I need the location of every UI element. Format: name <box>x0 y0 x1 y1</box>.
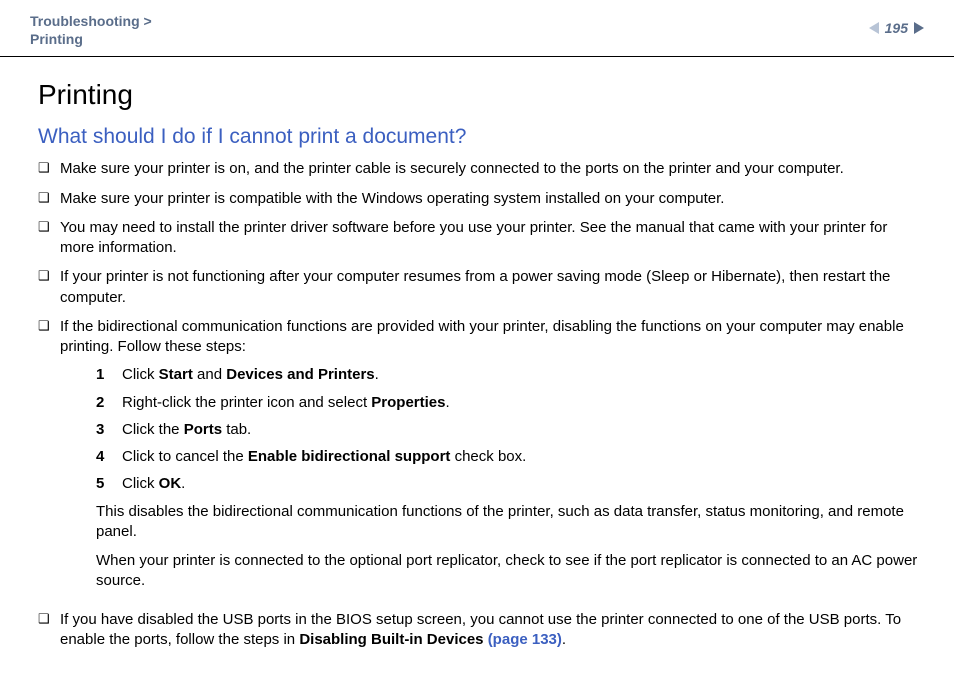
page-header: Troubleshooting > Printing 195 <box>0 0 954 57</box>
step-item: 4Click to cancel the Enable bidirectiona… <box>96 447 924 467</box>
note-text: This disables the bidirectional communic… <box>96 502 924 543</box>
step-number: 5 <box>96 474 122 494</box>
bullet-list: ❑Make sure your printer is on, and the p… <box>38 159 924 650</box>
step-text: Click Start and Devices and Printers. <box>122 365 924 385</box>
list-item: ❑You may need to install the printer dri… <box>38 218 924 259</box>
list-item: ❑ If you have disabled the USB ports in … <box>38 610 924 651</box>
list-item: ❑Make sure your printer is on, and the p… <box>38 159 924 179</box>
step-text: Click OK. <box>122 474 924 494</box>
step-number: 2 <box>96 393 122 413</box>
bullet-icon: ❑ <box>38 218 60 236</box>
page-title: Printing <box>38 79 924 111</box>
step-text: Right-click the printer icon and select … <box>122 393 924 413</box>
step-item: 1Click Start and Devices and Printers. <box>96 365 924 385</box>
step-item: 3Click the Ports tab. <box>96 420 924 440</box>
step-text: Click to cancel the Enable bidirectional… <box>122 447 924 467</box>
bullet-icon: ❑ <box>38 317 60 335</box>
bullet-icon: ❑ <box>38 267 60 285</box>
step-number: 3 <box>96 420 122 440</box>
note-text: When your printer is connected to the op… <box>96 551 924 592</box>
step-number: 4 <box>96 447 122 467</box>
bullet-text: If your printer is not functioning after… <box>60 267 924 308</box>
bullet-text: Make sure your printer is compatible wit… <box>60 189 924 209</box>
step-number: 1 <box>96 365 122 385</box>
page-navigation: 195 <box>869 20 924 36</box>
page-content: Printing What should I do if I cannot pr… <box>0 57 954 650</box>
list-item: ❑If your printer is not functioning afte… <box>38 267 924 308</box>
bullet-icon: ❑ <box>38 610 60 628</box>
breadcrumb-section: Troubleshooting > <box>30 12 152 30</box>
bullet-text: You may need to install the printer driv… <box>60 218 924 259</box>
bullet-text: If the bidirectional communication funct… <box>60 317 924 601</box>
next-page-icon[interactable] <box>914 22 924 34</box>
question-heading: What should I do if I cannot print a doc… <box>38 125 924 149</box>
bullet-text: If you have disabled the USB ports in th… <box>60 610 924 651</box>
page-link[interactable]: (page 133) <box>488 631 562 648</box>
breadcrumb-page: Printing <box>30 30 152 48</box>
step-text: Click the Ports tab. <box>122 420 924 440</box>
step-item: 2Right-click the printer icon and select… <box>96 393 924 413</box>
step-item: 5Click OK. <box>96 474 924 494</box>
prev-page-icon[interactable] <box>869 22 879 34</box>
breadcrumb: Troubleshooting > Printing <box>30 12 152 48</box>
bullet-icon: ❑ <box>38 189 60 207</box>
steps-list: 1Click Start and Devices and Printers. 2… <box>96 365 924 494</box>
bullet-text: Make sure your printer is on, and the pr… <box>60 159 924 179</box>
page-number: 195 <box>883 20 910 36</box>
bullet-icon: ❑ <box>38 159 60 177</box>
list-item: ❑ If the bidirectional communication fun… <box>38 317 924 601</box>
list-item: ❑Make sure your printer is compatible wi… <box>38 189 924 209</box>
